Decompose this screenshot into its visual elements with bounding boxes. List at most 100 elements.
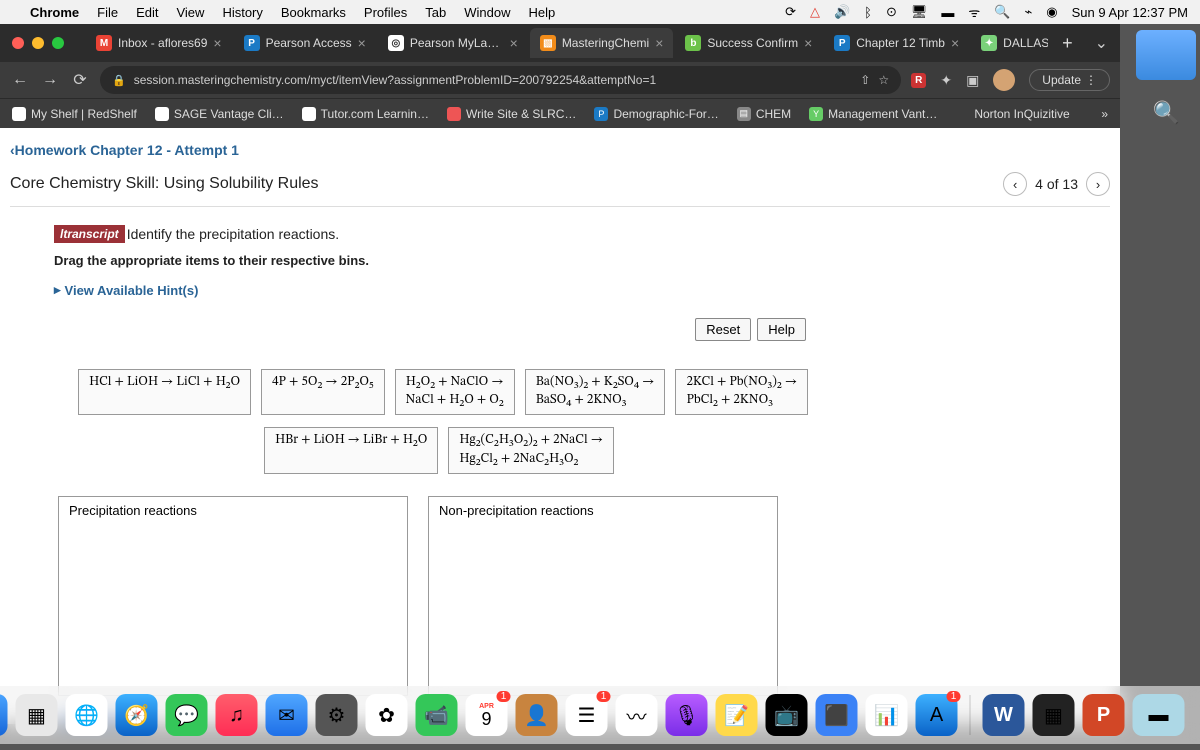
desktop-search-icon[interactable]: 🔍 [1153, 100, 1180, 126]
reaction-tile[interactable]: 2KCl + Pb(NO₃)₂ →PbCl₂ + 2KNO₃ [675, 369, 808, 415]
dock-app1-icon[interactable]: ⬛ [816, 694, 858, 736]
status-play-icon[interactable]: ⊙ [886, 4, 897, 20]
pager-prev-button[interactable]: ‹ [1003, 172, 1027, 196]
bookmark-item[interactable]: PDemographic-For… [594, 107, 718, 121]
reset-button[interactable]: Reset [695, 318, 751, 341]
bin-non-precipitation[interactable]: Non-precipitation reactions [428, 496, 778, 696]
dock-photos-icon[interactable]: ✿ [366, 694, 408, 736]
window-controls[interactable] [12, 37, 64, 49]
app-menu[interactable]: Chrome [30, 5, 79, 20]
minimize-window-icon[interactable] [32, 37, 44, 49]
view-hints-link[interactable]: ▸ View Available Hint(s) [54, 282, 1066, 298]
reload-button[interactable]: ⟳ [70, 70, 90, 90]
dock-reminders-icon[interactable]: ☰1 [566, 694, 608, 736]
browser-tab[interactable]: PPearson Access× [234, 28, 376, 58]
status-display-icon[interactable]: 🖥 [911, 4, 928, 20]
reaction-tile[interactable]: 4P + 5O₂ → 2P₂O₅ [261, 369, 385, 415]
status-battery-icon[interactable]: ▬ [941, 5, 954, 20]
dock-trash-icon[interactable]: 🗑 [1193, 694, 1200, 736]
close-tab-icon[interactable]: × [510, 35, 518, 51]
bookmark-item[interactable]: ▤CHEM [737, 107, 791, 121]
bookmark-item[interactable]: ◎SAGE Vantage Cli… [155, 107, 284, 121]
menu-history[interactable]: History [222, 5, 262, 20]
reaction-tile[interactable]: Ba(NO₃)₂ + K₂SO₄ →BaSO₄ + 2KNO₃ [525, 369, 666, 415]
bin-precipitation[interactable]: Precipitation reactions [58, 496, 408, 696]
fullscreen-window-icon[interactable] [52, 37, 64, 49]
reaction-tile[interactable]: HCl + LiOH → LiCl + H₂O [78, 369, 251, 415]
dock-grid-icon[interactable]: ▦ [1033, 694, 1075, 736]
browser-tab[interactable]: MInbox - aflores69× [86, 28, 232, 58]
close-tab-icon[interactable]: × [358, 35, 366, 51]
share-icon[interactable]: ⇧ [860, 73, 870, 87]
tab-dropdown-icon[interactable]: ⌄ [1095, 33, 1108, 53]
dock-powerpoint-icon[interactable]: P [1083, 694, 1125, 736]
forward-button[interactable]: → [40, 71, 60, 89]
extension-adblock-icon[interactable]: R [911, 73, 926, 88]
close-tab-icon[interactable]: × [951, 35, 959, 51]
breadcrumb-back-link[interactable]: ‹Homework Chapter 12 - Attempt 1 [10, 142, 239, 158]
dock-window-thumb-icon[interactable]: ▬ [1133, 694, 1185, 736]
mac-menu-bar[interactable]: Chrome File Edit View History Bookmarks … [0, 0, 1200, 24]
bookmarks-overflow-icon[interactable]: » [1101, 107, 1108, 121]
dock-app2-icon[interactable]: 📊 [866, 694, 908, 736]
menu-help[interactable]: Help [529, 5, 556, 20]
bookmark-item[interactable]: ◎My Shelf | RedShelf [12, 107, 137, 121]
menu-profiles[interactable]: Profiles [364, 5, 407, 20]
back-button[interactable]: ← [10, 71, 30, 89]
profile-avatar-icon[interactable] [993, 69, 1015, 91]
dock-freeform-icon[interactable]: 〰 [616, 694, 658, 736]
dock-music-icon[interactable]: ♫ [216, 694, 258, 736]
bookmark-item[interactable]: Norton InQuizitive [955, 107, 1069, 121]
browser-tab[interactable]: bSuccess Confirm× [675, 28, 822, 58]
extensions-icon[interactable]: ✦ [940, 72, 952, 89]
status-volume-icon[interactable]: 🔊 [834, 4, 850, 20]
dock-podcasts-icon[interactable]: 🎙 [666, 694, 708, 736]
status-search-icon[interactable]: 🔍 [994, 4, 1010, 20]
menu-view[interactable]: View [176, 5, 204, 20]
menu-tab[interactable]: Tab [425, 5, 446, 20]
browser-tab[interactable]: PChapter 12 Timb× [824, 28, 969, 58]
dock-finder-icon[interactable]: 🙂 [0, 694, 8, 736]
update-button[interactable]: Update⋮ [1029, 69, 1110, 91]
menu-window[interactable]: Window [464, 5, 510, 20]
dock-notes-icon[interactable]: 📝 [716, 694, 758, 736]
dock-mail-icon[interactable]: ✉ [266, 694, 308, 736]
bookmark-item[interactable]: ⓘTutor.com Learnin… [302, 107, 429, 121]
dock-system-icon[interactable]: ⚙ [316, 694, 358, 736]
close-tab-icon[interactable]: × [213, 35, 221, 51]
dock-safari-icon[interactable]: 🧭 [116, 694, 158, 736]
dock-calendar-icon[interactable]: APR 9 1 [466, 694, 508, 736]
reaction-tile[interactable]: Hg₂(C₂H₃O₂)₂ + 2NaCl →Hg₂Cl₂ + 2NaC₂H₃O₂ [448, 427, 614, 473]
dock-word-icon[interactable]: W [983, 694, 1025, 736]
menu-clock[interactable]: Sun 9 Apr 12:37 PM [1072, 5, 1188, 20]
dock-launchpad-icon[interactable]: ▦ [16, 694, 58, 736]
browser-tab[interactable]: ◎Pearson MyLab a× [378, 28, 528, 58]
bookmark-item[interactable]: Write Site & SLRC… [447, 107, 576, 121]
dock[interactable]: 🙂 ▦ 🌐 🧭 💬 ♫ ✉ ⚙ ✿ 📹 APR 9 1 👤 ☰1 〰 🎙 📝 📺… [0, 686, 1200, 744]
address-bar[interactable]: 🔒 session.masteringchemistry.com/myct/it… [100, 66, 901, 94]
close-window-icon[interactable] [12, 37, 24, 49]
menu-file[interactable]: File [97, 5, 118, 20]
menu-edit[interactable]: Edit [136, 5, 158, 20]
close-tab-icon[interactable]: × [804, 35, 812, 51]
status-wifi-icon[interactable]: ᯤ [968, 3, 980, 21]
bookmark-item[interactable]: YManagement Vant… [809, 107, 937, 121]
status-control-center-icon[interactable]: ⌁ [1024, 4, 1032, 20]
close-tab-icon[interactable]: × [655, 35, 663, 51]
reaction-tile[interactable]: H₂O₂ + NaClO →NaCl + H₂O + O₂ [395, 369, 515, 415]
dock-facetime-icon[interactable]: 📹 [416, 694, 458, 736]
transcript-badge[interactable]: ltranscript [54, 225, 125, 243]
pager-next-button[interactable]: › [1086, 172, 1110, 196]
status-triangle-icon[interactable]: △ [810, 4, 820, 20]
browser-tab[interactable]: ▧MasteringChemi× [530, 28, 674, 58]
status-siri-icon[interactable]: ◉ [1046, 4, 1057, 20]
dock-tv-icon[interactable]: 📺 [766, 694, 808, 736]
reaction-tile[interactable]: HBr + LiOH → LiBr + H₂O [264, 427, 438, 473]
new-tab-button[interactable]: + [1054, 33, 1081, 54]
status-sync-icon[interactable]: ⟳ [785, 4, 796, 20]
dock-appstore-icon[interactable]: A1 [916, 694, 958, 736]
menu-bookmarks[interactable]: Bookmarks [281, 5, 346, 20]
status-bluetooth-icon[interactable]: ᛒ [864, 5, 872, 20]
side-panel-icon[interactable]: ▣ [966, 72, 979, 89]
star-icon[interactable]: ☆ [878, 73, 889, 87]
